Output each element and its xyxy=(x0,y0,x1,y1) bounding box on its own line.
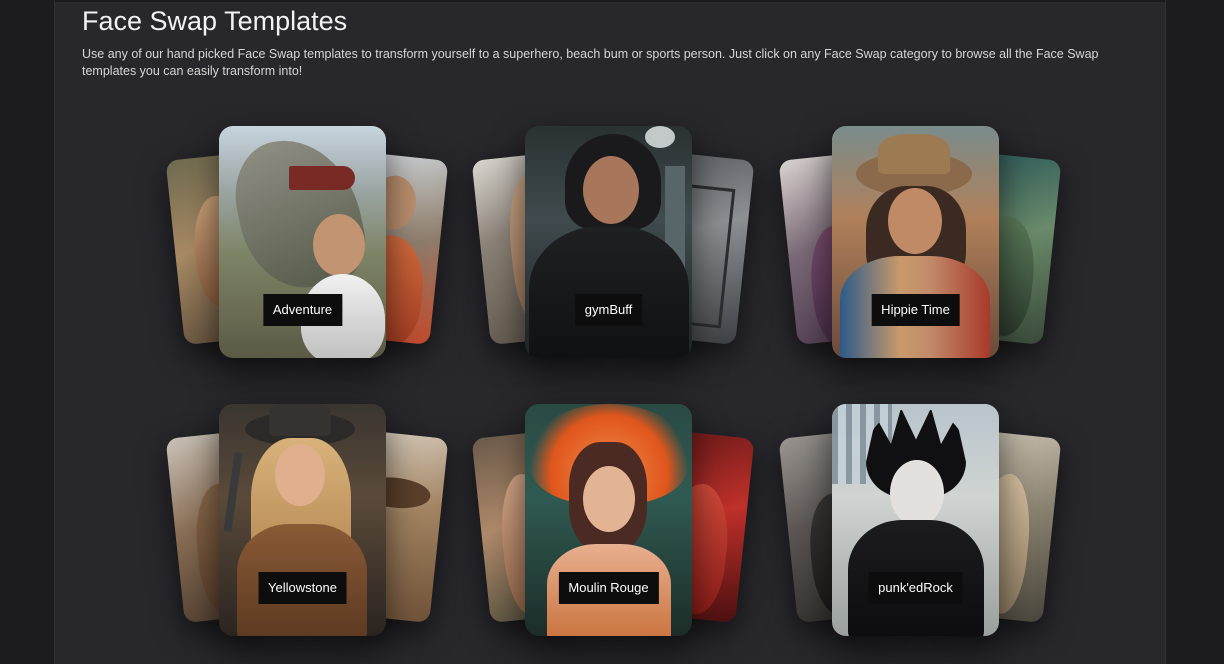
template-card-adventure[interactable]: Adventure xyxy=(165,126,449,366)
template-card-hippie-time[interactable]: Hippie Time xyxy=(778,126,1062,366)
template-card-moulin-rouge[interactable]: Moulin Rouge xyxy=(471,404,755,644)
template-card-gymbuff[interactable]: gymBuff xyxy=(471,126,755,366)
card-front-image: Adventure xyxy=(219,126,386,358)
card-front-image: punk'edRock xyxy=(832,404,999,636)
card-front-image: Moulin Rouge xyxy=(525,404,692,636)
template-label: Moulin Rouge xyxy=(558,572,659,604)
template-label: Yellowstone xyxy=(258,572,347,604)
page-title: Face Swap Templates xyxy=(82,6,348,36)
template-label: gymBuff xyxy=(574,294,643,326)
template-card-punkedrock[interactable]: punk'edRock xyxy=(778,404,1062,644)
card-front-image: Hippie Time xyxy=(832,126,999,358)
content-panel: Face Swap Templates Use any of our hand … xyxy=(54,0,1166,664)
card-front-image: Yellowstone xyxy=(219,404,386,636)
template-card-yellowstone[interactable]: Yellowstone xyxy=(165,404,449,644)
page: Face Swap Templates Use any of our hand … xyxy=(0,0,1224,664)
page-description: Use any of our hand picked Face Swap tem… xyxy=(82,47,1099,78)
card-front-image: gymBuff xyxy=(525,126,692,358)
template-label: Hippie Time xyxy=(871,294,960,326)
template-label: Adventure xyxy=(262,294,343,326)
top-border xyxy=(55,0,1165,2)
template-label: punk'edRock xyxy=(868,572,963,604)
